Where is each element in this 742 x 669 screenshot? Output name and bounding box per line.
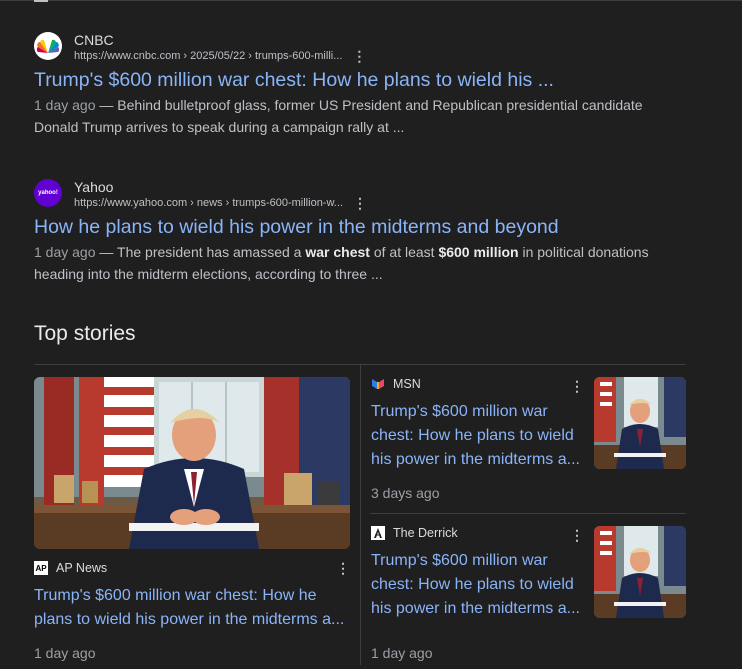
publisher-name: The Derrick bbox=[393, 526, 458, 540]
story-title-link[interactable]: Trump's $600 million war chest: How he p… bbox=[34, 584, 354, 632]
more-options-icon[interactable]: ⋮ bbox=[353, 196, 367, 210]
story-publisher[interactable]: MSN bbox=[371, 377, 421, 391]
snippet-highlight: war chest bbox=[305, 244, 370, 260]
snippet-highlight: $600 million bbox=[438, 244, 519, 260]
result-source[interactable]: CNBC https://www.cnbc.com › 2025/05/22 ›… bbox=[34, 32, 684, 64]
story-image[interactable] bbox=[34, 377, 350, 549]
search-result-yahoo: yahoo! Yahoo https://www.yahoo.com › new… bbox=[34, 179, 684, 285]
the-derrick-icon bbox=[371, 526, 385, 540]
story-title-link[interactable]: Trump's $600 million war chest: How he p… bbox=[371, 549, 587, 621]
column-divider bbox=[360, 365, 361, 665]
source-url: https://www.cnbc.com › 2025/05/22 › trum… bbox=[74, 50, 343, 62]
search-result-cnbc: CNBC https://www.cnbc.com › 2025/05/22 ›… bbox=[34, 32, 684, 138]
story-date: 1 day ago bbox=[371, 645, 433, 661]
source-url: https://www.yahoo.com › news › trumps-60… bbox=[74, 197, 343, 209]
result-source[interactable]: yahoo! Yahoo https://www.yahoo.com › new… bbox=[34, 179, 684, 211]
top-divider bbox=[0, 0, 742, 1]
source-name: CNBC bbox=[74, 32, 114, 48]
yahoo-icon: yahoo! bbox=[34, 179, 62, 207]
more-options-icon[interactable]: ⋮ bbox=[570, 527, 584, 544]
snippet-text: — Behind bulletproof glass, former US Pr… bbox=[34, 97, 643, 135]
ap-news-icon: AP bbox=[34, 561, 48, 575]
result-snippet: 1 day ago — The president has amassed a … bbox=[34, 241, 684, 285]
story-publisher[interactable]: AP AP News bbox=[34, 561, 107, 575]
story-date: 3 days ago bbox=[371, 485, 440, 501]
result-title-link[interactable]: How he plans to wield his power in the m… bbox=[34, 214, 684, 240]
more-options-icon[interactable]: ⋮ bbox=[352, 49, 366, 63]
top-stories-heading: Top stories bbox=[34, 322, 136, 345]
story-thumbnail[interactable] bbox=[594, 526, 686, 618]
story-thumbnail[interactable] bbox=[594, 377, 686, 469]
publisher-name: MSN bbox=[393, 377, 421, 391]
more-options-icon[interactable]: ⋮ bbox=[336, 560, 350, 577]
cnbc-peacock-icon bbox=[34, 32, 62, 60]
source-name: Yahoo bbox=[74, 179, 114, 195]
story-publisher[interactable]: The Derrick bbox=[371, 526, 458, 540]
msn-butterfly-icon bbox=[371, 377, 385, 391]
story-title-link[interactable]: Trump's $600 million war chest: How he p… bbox=[371, 400, 587, 472]
more-options-icon[interactable]: ⋮ bbox=[570, 378, 584, 395]
snippet-text: of at least bbox=[369, 244, 439, 260]
result-snippet: 1 day ago — Behind bulletproof glass, fo… bbox=[34, 94, 684, 138]
top-marker bbox=[34, 0, 48, 2]
snippet-text: — The president has amassed a bbox=[95, 244, 306, 260]
result-date: 1 day ago bbox=[34, 244, 96, 260]
publisher-name: AP News bbox=[56, 561, 108, 575]
story-divider bbox=[370, 513, 686, 514]
story-date: 1 day ago bbox=[34, 645, 96, 661]
result-title-link[interactable]: Trump's $600 million war chest: How he p… bbox=[34, 67, 684, 93]
result-date: 1 day ago bbox=[34, 97, 96, 113]
